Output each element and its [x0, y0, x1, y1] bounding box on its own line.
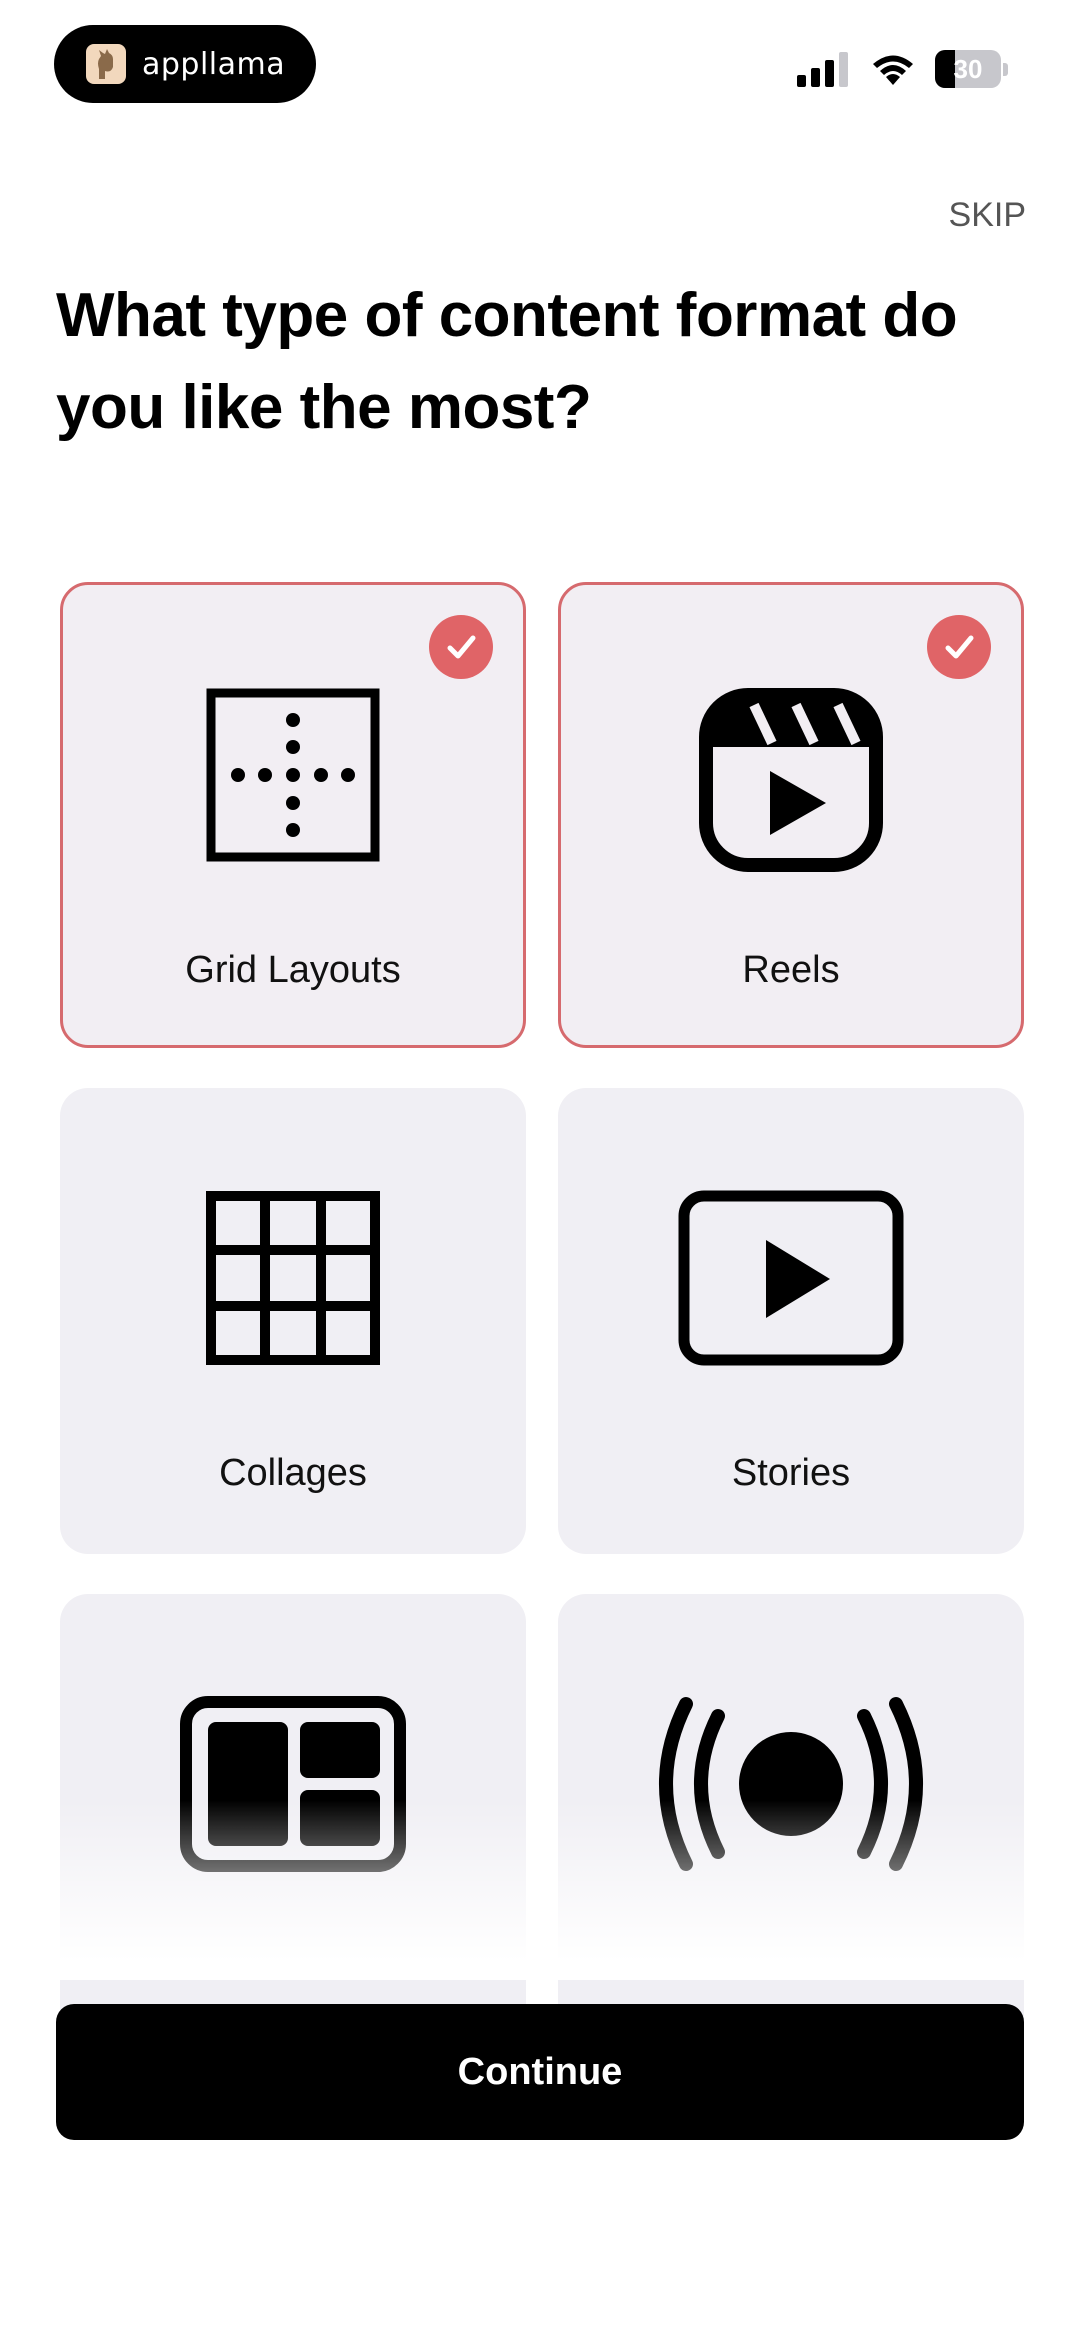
- battery-level: 30: [953, 53, 983, 84]
- checkmark-icon: [927, 615, 991, 679]
- option-label: Grid Layouts: [185, 949, 401, 991]
- option-collages[interactable]: Collages: [60, 1088, 526, 1554]
- llama-logo-icon: [86, 44, 126, 84]
- status-icons: 30: [797, 50, 1008, 88]
- page-title: What type of content format do you like …: [56, 281, 958, 442]
- skip-button[interactable]: SKIP: [949, 196, 1026, 235]
- app-badge[interactable]: appllama: [54, 25, 316, 103]
- option-stories[interactable]: Stories: [558, 1088, 1024, 1554]
- scroll-fade-overlay: [0, 1800, 1080, 1980]
- grid-layout-icon: [203, 685, 383, 870]
- option-label: Stories: [731, 1452, 851, 1494]
- collage-icon: [203, 1188, 383, 1373]
- option-label: Collages: [219, 1452, 367, 1494]
- reels-icon: [696, 685, 886, 880]
- option-grid-layouts[interactable]: Grid Layouts: [60, 582, 526, 1048]
- option-label: Reels: [742, 949, 840, 991]
- battery-cap: [1003, 62, 1008, 76]
- cellular-signal-icon: [797, 52, 848, 87]
- wifi-icon: [873, 55, 913, 85]
- option-reels[interactable]: Reels: [558, 582, 1024, 1048]
- status-bar: appllama 30: [0, 0, 1080, 120]
- app-name: appllama: [142, 46, 286, 82]
- stories-play-icon: [676, 1188, 906, 1373]
- battery-indicator: 30: [935, 50, 1001, 88]
- continue-button[interactable]: Continue: [56, 2004, 1024, 2140]
- checkmark-icon: [429, 615, 493, 679]
- battery-fill: [935, 50, 955, 88]
